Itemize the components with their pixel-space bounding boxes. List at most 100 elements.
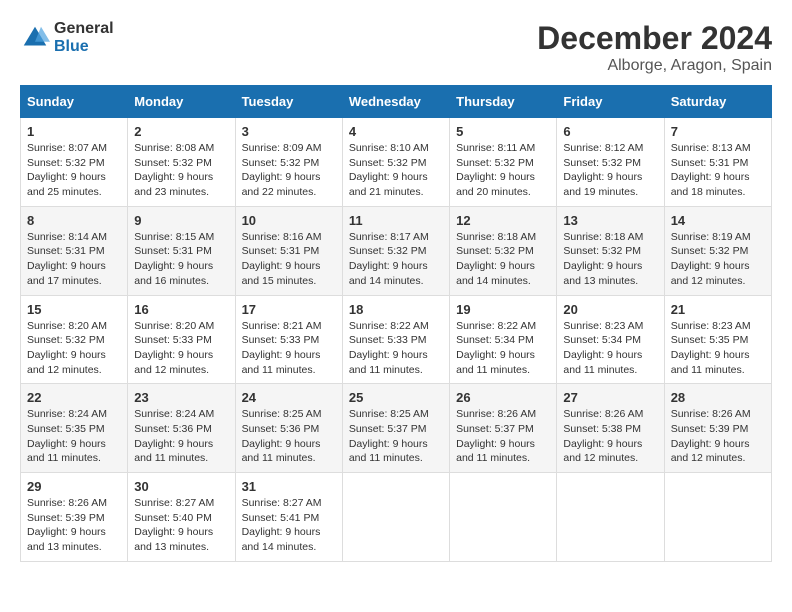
day-number: 19	[456, 302, 550, 317]
day-info: Sunrise: 8:24 AMSunset: 5:36 PMDaylight:…	[134, 407, 228, 466]
day-info: Sunrise: 8:10 AMSunset: 5:32 PMDaylight:…	[349, 141, 443, 200]
day-number: 1	[27, 124, 121, 139]
table-row: 13 Sunrise: 8:18 AMSunset: 5:32 PMDayligh…	[557, 206, 664, 295]
day-number: 12	[456, 213, 550, 228]
table-row: 27 Sunrise: 8:26 AMSunset: 5:38 PMDayligh…	[557, 384, 664, 473]
table-row: 21 Sunrise: 8:23 AMSunset: 5:35 PMDayligh…	[664, 295, 771, 384]
day-info: Sunrise: 8:22 AMSunset: 5:34 PMDaylight:…	[456, 319, 550, 378]
day-info: Sunrise: 8:18 AMSunset: 5:32 PMDaylight:…	[563, 230, 657, 289]
day-info: Sunrise: 8:14 AMSunset: 5:31 PMDaylight:…	[27, 230, 121, 289]
day-info: Sunrise: 8:25 AMSunset: 5:36 PMDaylight:…	[242, 407, 336, 466]
table-row	[450, 473, 557, 562]
table-row: 20 Sunrise: 8:23 AMSunset: 5:34 PMDayligh…	[557, 295, 664, 384]
day-number: 9	[134, 213, 228, 228]
table-row: 23 Sunrise: 8:24 AMSunset: 5:36 PMDayligh…	[128, 384, 235, 473]
table-row: 1 Sunrise: 8:07 AMSunset: 5:32 PMDaylight…	[21, 118, 128, 207]
table-row: 3 Sunrise: 8:09 AMSunset: 5:32 PMDaylight…	[235, 118, 342, 207]
table-row: 18Sunrise: 8:22 AMSunset: 5:33 PMDayligh…	[342, 295, 449, 384]
col-friday: Friday	[557, 86, 664, 118]
table-row	[557, 473, 664, 562]
calendar-header-row: Sunday Monday Tuesday Wednesday Thursday…	[21, 86, 772, 118]
day-info: Sunrise: 8:08 AMSunset: 5:32 PMDaylight:…	[134, 141, 228, 200]
logo-icon	[20, 23, 50, 53]
day-number: 6	[563, 124, 657, 139]
day-number: 22	[27, 390, 121, 405]
day-info: Sunrise: 8:27 AMSunset: 5:41 PMDaylight:…	[242, 496, 336, 555]
logo: General Blue	[20, 20, 114, 55]
table-row: 17 Sunrise: 8:21 AMSunset: 5:33 PMDayligh…	[235, 295, 342, 384]
day-info: Sunrise: 8:15 AMSunset: 5:31 PMDaylight:…	[134, 230, 228, 289]
day-number: 13	[563, 213, 657, 228]
day-number: 25	[349, 390, 443, 405]
logo-text: General Blue	[54, 20, 114, 55]
location-subtitle: Alborge, Aragon, Spain	[537, 57, 772, 75]
day-number: 27	[563, 390, 657, 405]
day-number: 30	[134, 479, 228, 494]
calendar-week-row: 1 Sunrise: 8:07 AMSunset: 5:32 PMDaylight…	[21, 118, 772, 207]
day-info: Sunrise: 8:23 AMSunset: 5:35 PMDaylight:…	[671, 319, 765, 378]
day-info: Sunrise: 8:27 AMSunset: 5:40 PMDaylight:…	[134, 496, 228, 555]
calendar-week-row: 29Sunrise: 8:26 AMSunset: 5:39 PMDayligh…	[21, 473, 772, 562]
calendar-table: Sunday Monday Tuesday Wednesday Thursday…	[20, 85, 772, 562]
table-row: 16Sunrise: 8:20 AMSunset: 5:33 PMDayligh…	[128, 295, 235, 384]
day-number: 16	[134, 302, 228, 317]
col-thursday: Thursday	[450, 86, 557, 118]
day-info: Sunrise: 8:19 AMSunset: 5:32 PMDaylight:…	[671, 230, 765, 289]
table-row: 9 Sunrise: 8:15 AMSunset: 5:31 PMDaylight…	[128, 206, 235, 295]
table-row: 29Sunrise: 8:26 AMSunset: 5:39 PMDayligh…	[21, 473, 128, 562]
day-number: 26	[456, 390, 550, 405]
day-number: 17	[242, 302, 336, 317]
day-info: Sunrise: 8:09 AMSunset: 5:32 PMDaylight:…	[242, 141, 336, 200]
table-row: 19 Sunrise: 8:22 AMSunset: 5:34 PMDayligh…	[450, 295, 557, 384]
day-info: Sunrise: 8:25 AMSunset: 5:37 PMDaylight:…	[349, 407, 443, 466]
day-number: 29	[27, 479, 121, 494]
day-number: 15	[27, 302, 121, 317]
col-saturday: Saturday	[664, 86, 771, 118]
day-number: 11	[349, 213, 443, 228]
day-number: 3	[242, 124, 336, 139]
day-info: Sunrise: 8:21 AMSunset: 5:33 PMDaylight:…	[242, 319, 336, 378]
month-year-title: December 2024	[537, 20, 772, 57]
title-area: December 2024 Alborge, Aragon, Spain	[537, 20, 772, 75]
day-info: Sunrise: 8:26 AMSunset: 5:38 PMDaylight:…	[563, 407, 657, 466]
col-tuesday: Tuesday	[235, 86, 342, 118]
table-row: 24 Sunrise: 8:25 AMSunset: 5:36 PMDayligh…	[235, 384, 342, 473]
table-row: 30 Sunrise: 8:27 AMSunset: 5:40 PMDayligh…	[128, 473, 235, 562]
day-info: Sunrise: 8:17 AMSunset: 5:32 PMDaylight:…	[349, 230, 443, 289]
table-row: 6 Sunrise: 8:12 AMSunset: 5:32 PMDaylight…	[557, 118, 664, 207]
day-number: 21	[671, 302, 765, 317]
calendar-week-row: 15Sunrise: 8:20 AMSunset: 5:32 PMDayligh…	[21, 295, 772, 384]
day-number: 20	[563, 302, 657, 317]
day-number: 7	[671, 124, 765, 139]
day-info: Sunrise: 8:23 AMSunset: 5:34 PMDaylight:…	[563, 319, 657, 378]
page-header: General Blue December 2024 Alborge, Arag…	[20, 20, 772, 75]
day-number: 24	[242, 390, 336, 405]
day-number: 2	[134, 124, 228, 139]
table-row: 5 Sunrise: 8:11 AMSunset: 5:32 PMDaylight…	[450, 118, 557, 207]
day-number: 14	[671, 213, 765, 228]
day-info: Sunrise: 8:07 AMSunset: 5:32 PMDaylight:…	[27, 141, 121, 200]
table-row	[664, 473, 771, 562]
day-number: 5	[456, 124, 550, 139]
col-wednesday: Wednesday	[342, 86, 449, 118]
table-row: 14 Sunrise: 8:19 AMSunset: 5:32 PMDayligh…	[664, 206, 771, 295]
table-row: 7Sunrise: 8:13 AMSunset: 5:31 PMDaylight…	[664, 118, 771, 207]
day-number: 10	[242, 213, 336, 228]
day-info: Sunrise: 8:18 AMSunset: 5:32 PMDaylight:…	[456, 230, 550, 289]
day-info: Sunrise: 8:11 AMSunset: 5:32 PMDaylight:…	[456, 141, 550, 200]
table-row: 10Sunrise: 8:16 AMSunset: 5:31 PMDayligh…	[235, 206, 342, 295]
day-number: 31	[242, 479, 336, 494]
logo-general-text: General	[54, 20, 114, 38]
table-row: 25 Sunrise: 8:25 AMSunset: 5:37 PMDayligh…	[342, 384, 449, 473]
day-info: Sunrise: 8:24 AMSunset: 5:35 PMDaylight:…	[27, 407, 121, 466]
col-monday: Monday	[128, 86, 235, 118]
day-info: Sunrise: 8:26 AMSunset: 5:37 PMDaylight:…	[456, 407, 550, 466]
table-row: 22 Sunrise: 8:24 AMSunset: 5:35 PMDayligh…	[21, 384, 128, 473]
day-number: 4	[349, 124, 443, 139]
day-info: Sunrise: 8:12 AMSunset: 5:32 PMDaylight:…	[563, 141, 657, 200]
day-number: 18	[349, 302, 443, 317]
table-row: 26 Sunrise: 8:26 AMSunset: 5:37 PMDayligh…	[450, 384, 557, 473]
table-row: 31 Sunrise: 8:27 AMSunset: 5:41 PMDayligh…	[235, 473, 342, 562]
day-number: 23	[134, 390, 228, 405]
table-row: 8Sunrise: 8:14 AMSunset: 5:31 PMDaylight…	[21, 206, 128, 295]
